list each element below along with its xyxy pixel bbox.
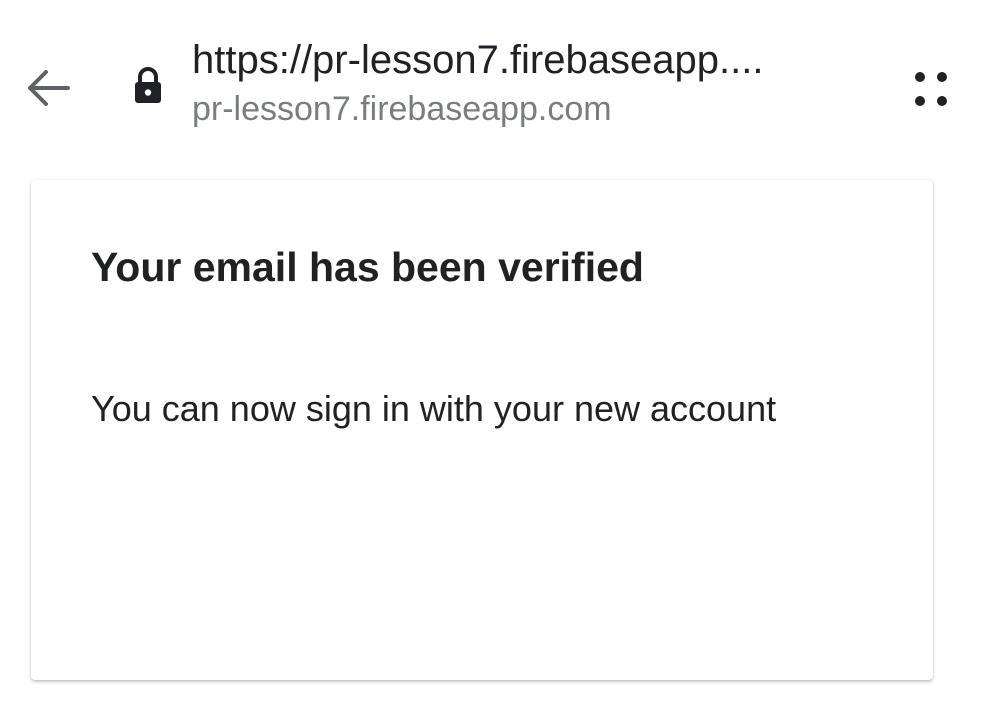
more-options-button[interactable] (900, 58, 960, 118)
verification-card: Your email has been verified You can now… (31, 180, 933, 680)
back-button[interactable] (20, 60, 76, 116)
card-message: You can now sign in with your new accoun… (91, 388, 777, 429)
more-dots-icon (915, 72, 947, 106)
url-domain: pr-lesson7.firebaseapp.com (192, 90, 612, 128)
page: https://pr-lesson7.firebaseapp.... pr-le… (0, 0, 987, 720)
card-title: Your email has been verified (91, 244, 644, 290)
url-title: https://pr-lesson7.firebaseapp.... (192, 38, 764, 82)
browser-top-bar: https://pr-lesson7.firebaseapp.... pr-le… (0, 0, 987, 160)
arrow-left-icon (28, 70, 70, 106)
url-display[interactable]: https://pr-lesson7.firebaseapp.... pr-le… (192, 34, 872, 132)
lock-icon[interactable] (130, 66, 166, 106)
